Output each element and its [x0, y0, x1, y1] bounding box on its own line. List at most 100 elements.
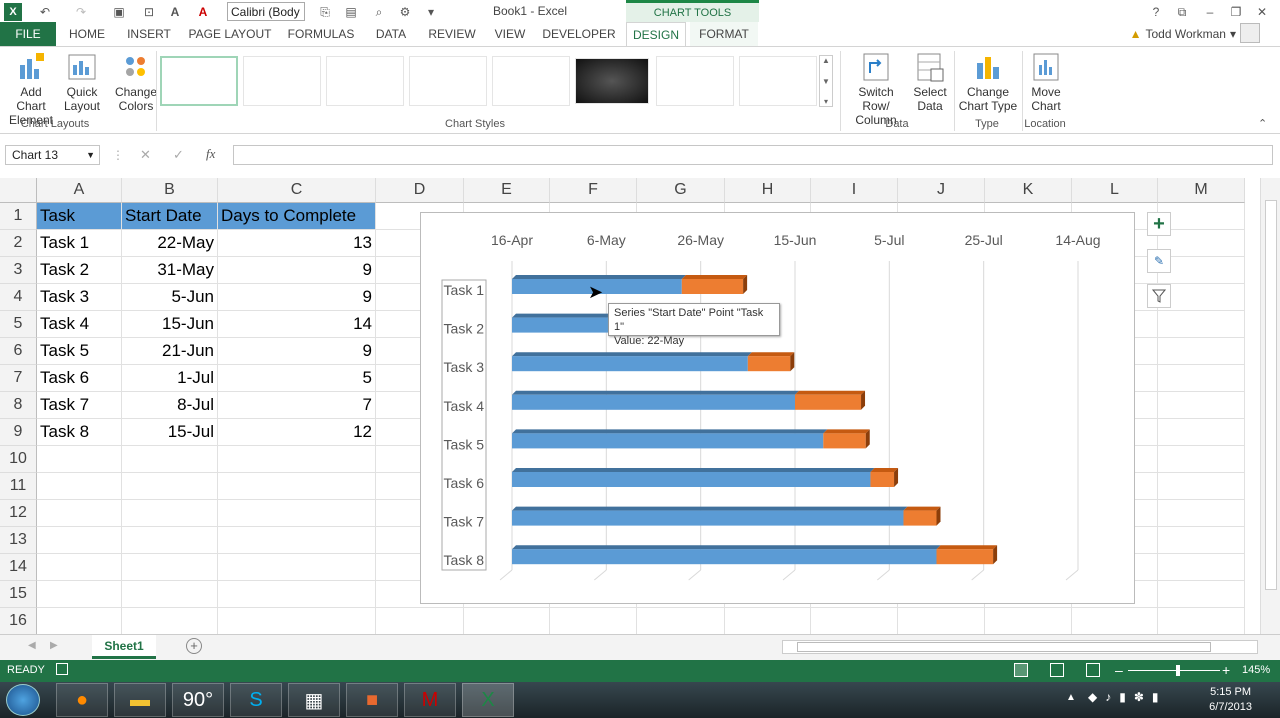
cell[interactable]: [1158, 203, 1245, 230]
cell[interactable]: [898, 608, 985, 634]
table-cell[interactable]: 22-May: [122, 230, 218, 257]
table-header-cell[interactable]: Start Date: [122, 203, 218, 230]
column-header[interactable]: H: [725, 178, 811, 203]
minimize-icon[interactable]: –: [1202, 3, 1218, 21]
tab-design[interactable]: DESIGN: [626, 22, 686, 46]
row-header[interactable]: 7: [0, 365, 37, 392]
horizontal-scroll-thumb[interactable]: [797, 642, 1211, 652]
tab-developer[interactable]: DEVELOPER: [540, 22, 618, 46]
row-header[interactable]: 1: [0, 203, 37, 230]
cell[interactable]: [1158, 311, 1245, 338]
help-icon[interactable]: ?: [1148, 3, 1164, 21]
scroll-up-icon[interactable]: ▲: [822, 56, 830, 65]
scroll-down-icon[interactable]: ▼: [822, 77, 830, 86]
cell[interactable]: [376, 608, 464, 634]
chart-style-6[interactable]: [575, 58, 649, 104]
cell[interactable]: [37, 473, 122, 500]
table-cell[interactable]: 13: [218, 230, 376, 257]
cell[interactable]: [122, 608, 218, 634]
page-break-view-icon[interactable]: [1086, 663, 1100, 677]
tab-review[interactable]: REVIEW: [424, 22, 480, 46]
cancel-icon[interactable]: ✕: [140, 147, 151, 163]
row-header[interactable]: 16: [0, 608, 37, 634]
mcafee-icon[interactable]: M: [404, 683, 456, 717]
start-button[interactable]: [6, 684, 40, 716]
ribbon-display-icon[interactable]: ⧉: [1174, 3, 1190, 21]
sheet-tab-sheet1[interactable]: Sheet1: [92, 635, 156, 659]
font-select[interactable]: Calibri (Body ▾: [227, 2, 305, 33]
formula-input[interactable]: [233, 145, 1273, 165]
customize-qat-icon[interactable]: ▾: [424, 3, 438, 21]
zoom-in-icon[interactable]: +: [1222, 662, 1230, 678]
cell[interactable]: [1158, 338, 1245, 365]
chart-style-1[interactable]: [160, 56, 238, 106]
move-chart-button[interactable]: Move Chart: [1024, 51, 1068, 113]
user-account[interactable]: ▲ Todd Workman ▾: [1130, 22, 1236, 46]
row-header[interactable]: 13: [0, 527, 37, 554]
macro-record-icon[interactable]: [56, 663, 68, 675]
change-colors-button[interactable]: Change Colors: [112, 51, 160, 113]
tab-view[interactable]: VIEW: [490, 22, 530, 46]
row-header[interactable]: 4: [0, 284, 37, 311]
add-sheet-icon[interactable]: +: [186, 638, 202, 654]
row-header[interactable]: 14: [0, 554, 37, 581]
tab-page-layout[interactable]: PAGE LAYOUT: [186, 22, 274, 46]
name-box[interactable]: Chart 13 ▼: [5, 145, 100, 165]
cell[interactable]: [122, 527, 218, 554]
prev-sheet-icon[interactable]: ◀: [28, 640, 36, 651]
grow-font-icon[interactable]: A: [166, 3, 184, 21]
cell[interactable]: [1072, 608, 1158, 634]
table-cell[interactable]: 12: [218, 419, 376, 446]
cell[interactable]: [1158, 257, 1245, 284]
table-cell[interactable]: 5: [218, 365, 376, 392]
horizontal-scrollbar[interactable]: [782, 640, 1258, 654]
column-header[interactable]: G: [637, 178, 725, 203]
table-cell[interactable]: Task 4: [37, 311, 122, 338]
save-icon[interactable]: ▣: [108, 3, 130, 21]
cell[interactable]: [218, 527, 376, 554]
office-icon[interactable]: ■: [346, 683, 398, 717]
cell[interactable]: [1158, 527, 1245, 554]
table-cell[interactable]: 9: [218, 257, 376, 284]
row-header[interactable]: 6: [0, 338, 37, 365]
restore-icon[interactable]: ❐: [1228, 3, 1244, 21]
tray-expand-icon[interactable]: ▲: [1066, 692, 1076, 703]
form-icon[interactable]: ▤: [340, 3, 362, 21]
chart-filters-button[interactable]: [1147, 284, 1171, 308]
table-cell[interactable]: 15-Jul: [122, 419, 218, 446]
close-icon[interactable]: ✕: [1254, 3, 1270, 21]
gantt-chart[interactable]: 16-Apr 6-May 26-May 15-Jun 5-Jul 25-Jul 14-Aug…: [420, 212, 1135, 604]
cell[interactable]: [1158, 473, 1245, 500]
vertical-scrollbar[interactable]: [1260, 178, 1280, 634]
tab-file[interactable]: FILE: [0, 22, 56, 46]
next-sheet-icon[interactable]: ▶: [50, 640, 58, 651]
cell[interactable]: [464, 608, 550, 634]
tray-icons[interactable]: ◆♪▮✽▮: [1088, 690, 1167, 704]
cell[interactable]: [218, 581, 376, 608]
cell[interactable]: [725, 608, 811, 634]
table-header-cell[interactable]: Task: [37, 203, 122, 230]
cell[interactable]: [1158, 581, 1245, 608]
chart-style-3[interactable]: [326, 56, 404, 106]
cell[interactable]: [1158, 284, 1245, 311]
row-header[interactable]: 10: [0, 446, 37, 473]
table-cell[interactable]: Task 8: [37, 419, 122, 446]
row-header[interactable]: 3: [0, 257, 37, 284]
table-cell[interactable]: Task 2: [37, 257, 122, 284]
column-header[interactable]: A: [37, 178, 122, 203]
cell[interactable]: [37, 554, 122, 581]
cell[interactable]: [122, 473, 218, 500]
column-header[interactable]: I: [811, 178, 898, 203]
cell[interactable]: [218, 500, 376, 527]
quick-layout-button[interactable]: Quick Layout: [58, 51, 106, 113]
cell[interactable]: [37, 500, 122, 527]
table-header-cell[interactable]: Days to Complete: [218, 203, 376, 230]
avatar[interactable]: [1240, 23, 1260, 43]
cell[interactable]: [122, 581, 218, 608]
zoom-slider[interactable]: [1128, 670, 1220, 671]
excel-logo-icon[interactable]: X: [4, 3, 22, 21]
table-cell[interactable]: 1-Jul: [122, 365, 218, 392]
column-header[interactable]: B: [122, 178, 218, 203]
table-cell[interactable]: 31-May: [122, 257, 218, 284]
row-header[interactable]: 9: [0, 419, 37, 446]
